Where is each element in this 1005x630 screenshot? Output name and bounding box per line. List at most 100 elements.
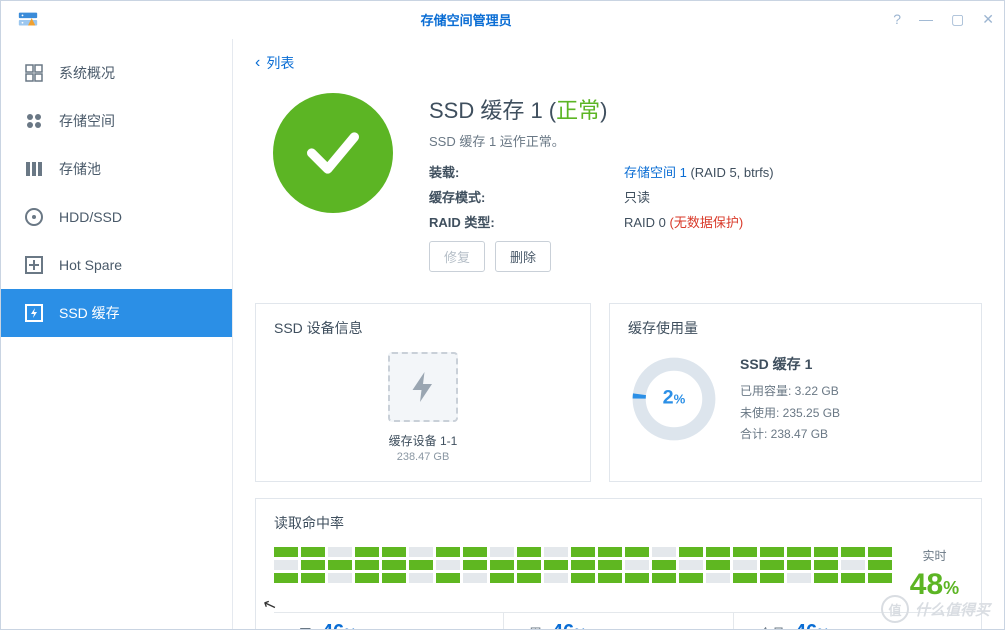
hitrate-blocks <box>274 547 892 602</box>
hit-block <box>652 560 676 570</box>
back-link[interactable]: ‹ 列表 <box>255 39 982 83</box>
summary: SSD 缓存 1 (正常) SSD 缓存 1 运作正常。 装载: 存储空间 1 … <box>255 83 982 289</box>
hit-block <box>328 547 352 557</box>
sidebar-item-hdd-ssd[interactable]: HDD/SSD <box>1 193 232 241</box>
sidebar-item-overview[interactable]: 系统概况 <box>1 49 232 97</box>
cache-total: 合计: 238.47 GB <box>740 424 840 446</box>
cache-free: 未使用: 235.25 GB <box>740 403 840 425</box>
hit-block <box>436 560 460 570</box>
cache-title: SSD 缓存 1 (正常) <box>429 93 982 125</box>
hit-block <box>301 547 325 557</box>
sidebar-item-ssd-cache[interactable]: SSD 缓存 <box>1 289 232 337</box>
hit-block <box>382 547 406 557</box>
hit-block <box>760 573 784 583</box>
hit-block <box>679 547 703 557</box>
device-card[interactable]: 缓存设备 1-1 238.47 GB <box>376 352 470 463</box>
hit-block <box>571 560 595 570</box>
sidebar-item-label: 存储空间 <box>59 111 115 131</box>
stat-week: 1 周 46% <box>503 613 733 629</box>
hit-block <box>625 560 649 570</box>
status-ok-icon <box>273 93 393 213</box>
hit-block <box>787 547 811 557</box>
hit-block <box>544 560 568 570</box>
hit-block <box>625 547 649 557</box>
hit-block <box>652 573 676 583</box>
hit-block <box>814 573 838 583</box>
delete-button[interactable]: 删除 <box>495 241 551 272</box>
hit-block <box>517 573 541 583</box>
maximize-icon[interactable]: ▢ <box>951 11 964 28</box>
hit-block <box>409 547 433 557</box>
device-info-panel: SSD 设备信息 缓存设备 1-1 238.47 GB <box>255 303 591 482</box>
hit-block <box>544 547 568 557</box>
hit-block <box>409 560 433 570</box>
raid-label: RAID 类型: <box>429 212 624 231</box>
hit-block <box>382 560 406 570</box>
hit-block <box>679 560 703 570</box>
svg-text:2%: 2% <box>663 386 686 408</box>
titlebar: 存储空间管理员 ? — ▢ ✕ <box>1 1 1004 39</box>
sidebar-item-storage[interactable]: 存储空间 <box>1 97 232 145</box>
watermark-icon: 值 <box>881 595 909 623</box>
device-capacity: 238.47 GB <box>376 451 470 463</box>
hit-block <box>598 560 622 570</box>
hit-block <box>841 547 865 557</box>
donut-chart: 2% <box>628 353 720 445</box>
hit-block <box>544 573 568 583</box>
hit-block <box>490 560 514 570</box>
panel-title: 读取命中率 <box>274 513 963 533</box>
hit-block <box>706 573 730 583</box>
hit-block <box>868 560 892 570</box>
hit-block <box>436 547 460 557</box>
panel-title: 缓存使用量 <box>628 318 963 338</box>
stat-day: 1 天 46% <box>274 613 503 629</box>
hitrate-panel: 读取命中率 实时 48% 1 天 46% 1 周 46% 1 个月 <box>255 498 982 629</box>
close-icon[interactable]: ✕ <box>982 11 994 28</box>
mount-link[interactable]: 存储空间 1 <box>624 165 687 180</box>
app-icon <box>17 9 39 31</box>
hit-block <box>463 560 487 570</box>
hit-block <box>760 547 784 557</box>
sidebar-item-hotspare[interactable]: Hot Spare <box>1 241 232 289</box>
hit-block <box>868 547 892 557</box>
cache-usage-panel: 缓存使用量 2% SSD 缓存 1 已用容量: 3.22 GB 未使用: 235… <box>609 303 982 482</box>
hit-block <box>787 573 811 583</box>
hit-block <box>463 547 487 557</box>
hit-block <box>841 573 865 583</box>
back-label: 列表 <box>266 53 294 73</box>
hit-block <box>274 573 298 583</box>
chevron-left-icon: ‹ <box>255 54 260 72</box>
hotspare-icon <box>23 254 45 276</box>
sidebar-item-label: Hot Spare <box>59 257 122 273</box>
hit-block <box>814 560 838 570</box>
raid-warn: (无数据保护) <box>670 215 744 230</box>
sidebar-item-label: HDD/SSD <box>59 209 122 225</box>
help-icon[interactable]: ? <box>893 11 901 28</box>
window-controls: ? — ▢ ✕ <box>893 11 994 28</box>
sidebar-item-label: SSD 缓存 <box>59 303 120 323</box>
repair-button: 修复 <box>429 241 485 272</box>
hit-block <box>814 547 838 557</box>
disk-icon <box>23 206 45 228</box>
hit-block <box>355 573 379 583</box>
ssd-device-icon <box>388 352 458 422</box>
device-name: 缓存设备 1-1 <box>376 432 470 449</box>
ssd-cache-icon <box>23 302 45 324</box>
overview-icon <box>23 62 45 84</box>
minimize-icon[interactable]: — <box>919 11 933 28</box>
storage-icon <box>23 110 45 132</box>
hit-block <box>328 560 352 570</box>
hit-block <box>274 547 298 557</box>
hit-block <box>382 573 406 583</box>
hit-block <box>733 547 757 557</box>
status-text: 正常 <box>556 98 600 123</box>
hit-block <box>301 573 325 583</box>
mode-value: 只读 <box>624 187 650 206</box>
sidebar-item-pool[interactable]: 存储池 <box>1 145 232 193</box>
sidebar-item-label: 存储池 <box>59 159 101 179</box>
hit-block <box>328 573 352 583</box>
mode-label: 缓存模式: <box>429 187 624 206</box>
hit-block <box>463 573 487 583</box>
pool-icon <box>23 158 45 180</box>
hit-block <box>598 573 622 583</box>
